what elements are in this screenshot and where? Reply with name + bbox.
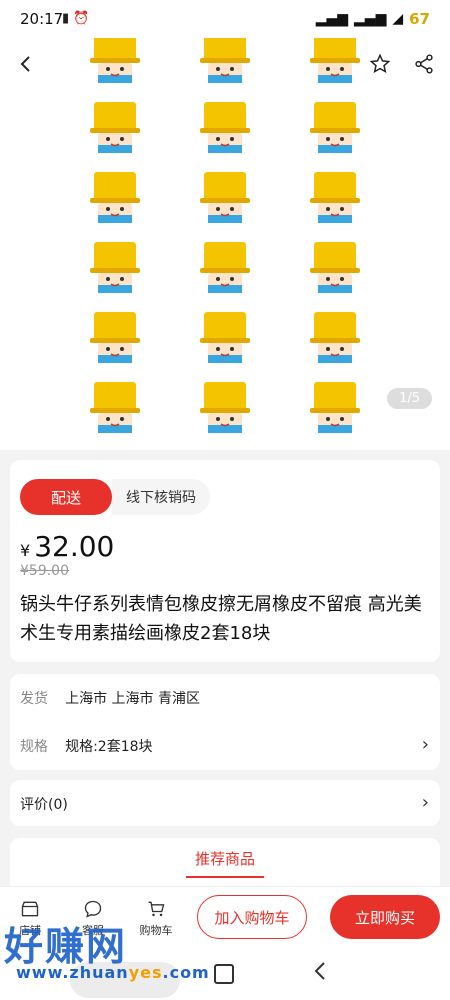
add-to-cart-button[interactable]: 加入购物车 (197, 895, 307, 939)
spec-row[interactable]: 规格 规格:2套18块 › (20, 734, 435, 756)
status-bar: 20:17 ▮ ⏰ ▂▄▆ ▂▄▆ ◢ 67 (0, 0, 450, 38)
eraser-character-icon (280, 168, 390, 230)
product-title: 锅头牛仔系列表情包橡皮擦无屑橡皮不留痕 高光美术生专用素描绘画橡皮2套18块 (20, 594, 422, 644)
star-icon (369, 53, 391, 74)
spec-value: 规格:2套18块 (65, 739, 153, 755)
delivery-tabs: 配送 线下核销码 (20, 479, 210, 515)
eraser-character-icon (280, 378, 390, 440)
chevron-right-icon: › (421, 792, 429, 813)
status-time: 20:17 (20, 10, 64, 28)
favorite-button[interactable] (364, 48, 396, 80)
eraser-character-icon (170, 238, 280, 300)
eraser-character-icon (280, 238, 390, 300)
original-price: ¥59.00 (20, 563, 69, 579)
nav-back-icon (314, 962, 325, 980)
cart-button[interactable]: 购物车 (138, 899, 174, 938)
share-icon (415, 54, 433, 74)
eraser-character-icon (170, 308, 280, 370)
review-row[interactable]: 评价(0) › (20, 792, 435, 814)
eraser-character-icon (170, 98, 280, 160)
tab-delivery[interactable]: 配送 (20, 479, 112, 515)
eraser-character-icon (60, 308, 170, 370)
image-pager: 1/5 (387, 388, 432, 409)
review-label: 评价(0) (20, 797, 68, 813)
cart-label: 购物车 (139, 924, 173, 937)
buy-now-button[interactable]: 立即购买 (330, 895, 440, 939)
ship-label: 发货 (20, 691, 48, 707)
recommend-title[interactable]: 推荐商品 (0, 848, 450, 869)
ship-row: 发货 上海市 上海市 青浦区 (20, 688, 200, 708)
signal-icon: ▂▄▆ (315, 11, 349, 27)
eraser-character-icon (60, 238, 170, 300)
signal-icon-2: ▂▄▆ (354, 11, 387, 27)
recommend-underline (186, 876, 264, 878)
home-square-icon[interactable] (214, 964, 234, 984)
eraser-character-icon (170, 168, 280, 230)
notification-icons: ▮ ⏰ (62, 11, 90, 26)
price-value: 32.00 (34, 530, 115, 563)
share-button[interactable] (408, 48, 440, 80)
tab-offline-code[interactable]: 线下核销码 (112, 479, 210, 515)
back-arrow-icon (20, 56, 30, 72)
back-button[interactable] (10, 48, 42, 80)
eraser-character-icon (60, 378, 170, 440)
spec-label: 规格 (20, 739, 48, 755)
eraser-character-icon (280, 308, 390, 370)
status-right: ▂▄▆ ▂▄▆ ◢ 67 (316, 10, 430, 28)
cart-icon (148, 901, 165, 917)
eraser-character-icon (60, 98, 170, 160)
battery-level: 67 (409, 10, 430, 28)
wifi-icon: ◢ (392, 11, 404, 27)
eraser-character-icon (280, 98, 390, 160)
product-image (60, 28, 390, 440)
eraser-character-icon (60, 168, 170, 230)
ship-value: 上海市 上海市 青浦区 (65, 691, 200, 707)
price: ¥32.00 (20, 530, 114, 563)
chevron-right-icon: › (421, 734, 429, 755)
eraser-character-icon (170, 378, 280, 440)
nav-back-button[interactable] (312, 960, 330, 986)
currency-symbol: ¥ (20, 541, 31, 560)
watermark-url: www.zhuanyes.com (16, 963, 210, 982)
